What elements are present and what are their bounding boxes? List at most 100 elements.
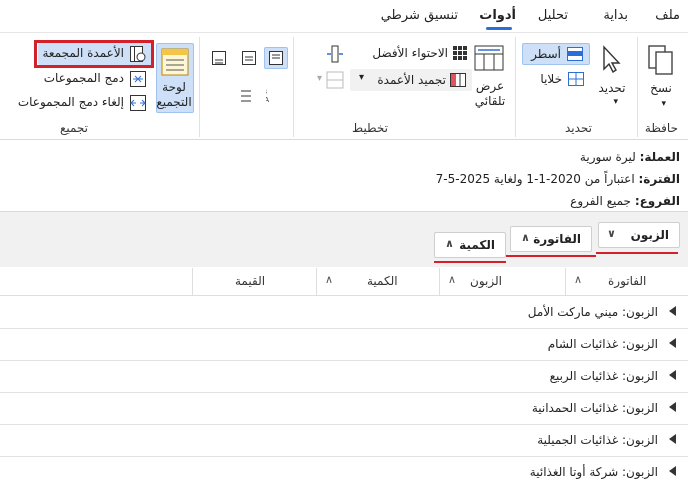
group-chip-label: الفاتورة	[533, 232, 581, 246]
copy-icon[interactable]	[648, 45, 674, 75]
group-row[interactable]: الزبون: غذائيات الشام	[0, 329, 688, 361]
group-row-label: الزبون: غذائيات الحمدانية	[531, 401, 658, 415]
group-chip-label: الكمية	[459, 238, 495, 252]
autofit-columns-icon[interactable]	[474, 45, 504, 71]
tab-tools[interactable]: أدوات	[479, 8, 516, 23]
period-line: الفترة: اعتباراً من 2020-1-1 ولغاية 2025…	[436, 168, 680, 190]
align-right-icon	[269, 51, 283, 65]
expand-arrow-icon[interactable]	[669, 402, 676, 412]
period-label: الفترة:	[638, 172, 680, 186]
currency-value: ليرة سورية	[579, 150, 636, 164]
column-header-invoice[interactable]: الفاتورة ∧	[565, 268, 688, 296]
group-row-label: الزبون: ميني ماركت الأمل	[527, 305, 658, 319]
svg-text:A: A	[266, 96, 269, 103]
tab-analysis[interactable]: تحليل	[538, 8, 568, 23]
best-fit-icon[interactable]	[452, 45, 468, 61]
cursor-icon[interactable]	[600, 45, 624, 73]
chip-highlight-underline	[434, 261, 506, 263]
freeze-columns-label: تجميد الأعمدة	[377, 73, 446, 87]
expand-arrow-icon[interactable]	[669, 338, 676, 348]
expand-arrow-icon[interactable]	[669, 370, 676, 380]
column-width-icon[interactable]	[326, 45, 344, 63]
expand-arrow-icon[interactable]	[669, 434, 676, 444]
grid-lines-icon[interactable]	[326, 71, 344, 89]
group-row[interactable]: الزبون: شركة أوتا الغذائية	[0, 457, 688, 486]
freeze-columns-button[interactable]: تجميد الأعمدة ▾	[350, 69, 472, 91]
group-chip-customer[interactable]: الزبون ∨	[598, 222, 680, 248]
period-value: اعتباراً من 2020-1-1 ولغاية 2025-5-7	[435, 172, 635, 186]
copy-button-label[interactable]: نسخ	[648, 81, 674, 96]
grouping-panel-label: لوحة التجميع	[156, 80, 192, 109]
rows-label: أسطر	[531, 47, 561, 61]
ribbon-tab-bar: ملف بداية تحليل أدوات تنسيق شرطي	[0, 0, 688, 32]
grouping-panel-icon	[161, 48, 189, 76]
group-separator	[637, 37, 638, 137]
grouping-panel-button[interactable]: لوحة التجميع	[156, 43, 194, 113]
merge-groups-label[interactable]: دمج المجموعات	[44, 71, 124, 85]
group-row-label: الزبون: غذائيات الربيع	[549, 369, 658, 383]
group-row-label: الزبون: غذائيات الشام	[547, 337, 658, 351]
group-row[interactable]: الزبون: غذائيات الحمدانية	[0, 393, 688, 425]
chevron-down-icon[interactable]: ∨	[607, 227, 616, 240]
sort-up-icon[interactable]: ∧	[574, 273, 582, 286]
copy-dropdown-icon[interactable]: ▾	[661, 99, 666, 109]
group-row[interactable]: الزبون: ميني ماركت الأمل	[0, 297, 688, 329]
group-separator	[199, 37, 200, 137]
chevron-up-icon[interactable]: ∧	[445, 237, 454, 250]
currency-line: العملة: ليرة سورية	[436, 146, 680, 168]
group-separator	[293, 37, 294, 137]
group-chip-invoice[interactable]: الفاتورة ∧	[510, 226, 592, 252]
rows-button[interactable]: أسطر	[522, 43, 590, 65]
expand-arrow-icon[interactable]	[669, 466, 676, 476]
cells-icon[interactable]	[568, 72, 584, 86]
group-row-label: الزبون: غذائيات الجميلية	[537, 433, 658, 447]
column-header-value[interactable]: القيمة	[192, 268, 316, 296]
rows-icon	[567, 47, 583, 61]
report-info: العملة: ليرة سورية الفترة: اعتباراً من 2…	[436, 146, 680, 212]
column-header-quantity[interactable]: الكمية ∧	[316, 268, 439, 296]
unmerge-groups-label[interactable]: إلغاء دمج المجموعات	[18, 95, 124, 109]
sort-up-icon[interactable]: ∧	[325, 273, 333, 286]
cells-button-label[interactable]: خلايا	[540, 72, 562, 86]
select-dropdown-icon[interactable]: ▾	[613, 97, 618, 107]
branches-label: الفروع:	[634, 194, 680, 208]
column-header-label: القيمة	[235, 274, 266, 288]
column-header-label: الفاتورة	[608, 274, 647, 288]
align-center-icon[interactable]	[242, 51, 256, 65]
expand-arrow-icon[interactable]	[669, 306, 676, 316]
tab-home[interactable]: بداية	[603, 8, 628, 23]
active-tab-indicator	[486, 27, 512, 30]
group-row[interactable]: الزبون: غذائيات الجميلية	[0, 425, 688, 457]
chip-highlight-underline	[506, 255, 596, 257]
currency-label: العملة:	[639, 150, 680, 164]
branches-line: الفروع: جميع الفروع	[436, 190, 680, 212]
numbered-list-icon[interactable]: 1 2 3	[236, 87, 252, 103]
merge-groups-icon[interactable]	[130, 71, 146, 87]
align-left-icon[interactable]	[212, 51, 226, 65]
grouping-group-label: تجميع	[59, 121, 88, 135]
align-right-button[interactable]	[264, 47, 288, 69]
column-header-customer[interactable]: الزبون ∧	[439, 268, 565, 296]
column-header-label: الكمية	[367, 274, 398, 288]
chevron-up-icon[interactable]: ∧	[521, 231, 530, 244]
ribbon: نسخ ▾ حافظة تحديد ▾ أسطر خلايا تحديد عرض…	[0, 32, 688, 140]
branches-value: جميع الفروع	[570, 194, 631, 208]
tab-file[interactable]: ملف	[655, 8, 680, 23]
clipboard-group-label: حافظة	[644, 121, 678, 135]
unmerge-groups-icon[interactable]	[130, 95, 146, 111]
grid-lines-dropdown-icon[interactable]: ▾	[317, 73, 322, 84]
column-header-label: الزبون	[470, 274, 502, 288]
tab-conditional-format[interactable]: تنسيق شرطي	[381, 8, 458, 23]
select-button-label[interactable]: تحديد	[594, 81, 630, 96]
best-fit-button-label[interactable]: الاحتواء الأفضل	[372, 46, 448, 60]
sort-az-icon[interactable]: AB A	[266, 87, 282, 103]
freeze-dropdown-icon: ▾	[358, 72, 364, 83]
sort-up-icon[interactable]: ∧	[448, 273, 456, 286]
group-row[interactable]: الزبون: غذائيات الربيع	[0, 361, 688, 393]
group-chip-label: الزبون	[630, 228, 669, 242]
grouped-columns-highlight	[34, 40, 154, 68]
group-chip-quantity[interactable]: الكمية ∧	[434, 232, 506, 258]
select-group-label: تحديد	[564, 121, 592, 135]
layout-group-label: تخطيط	[352, 121, 388, 135]
svg-text:AB: AB	[266, 88, 267, 96]
